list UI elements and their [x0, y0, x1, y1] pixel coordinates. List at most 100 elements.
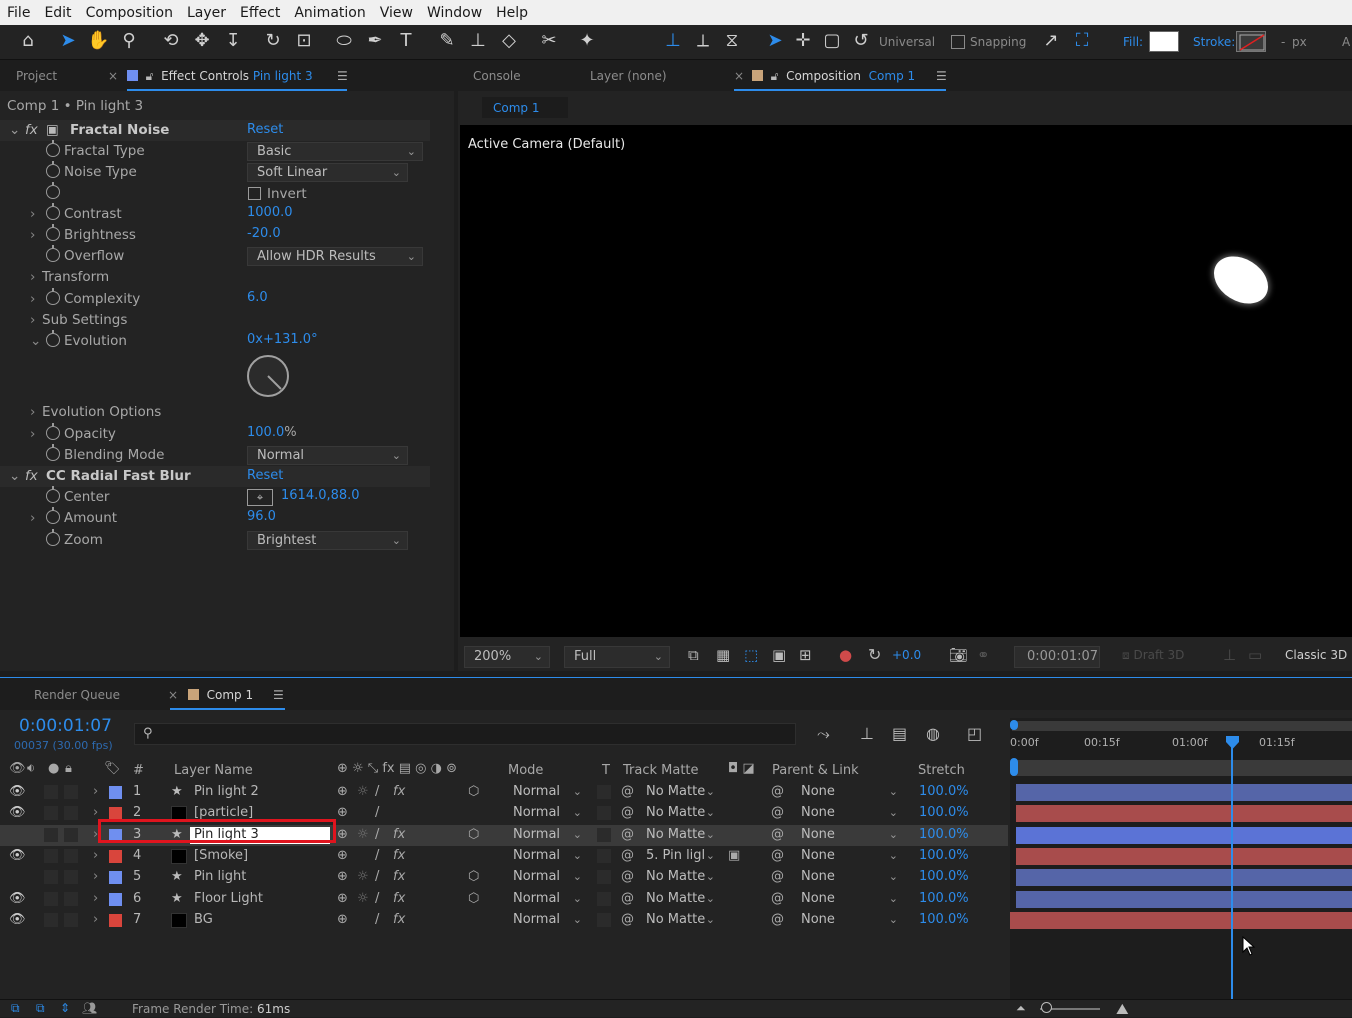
lock-toggle[interactable]	[64, 913, 78, 927]
layer-name-header[interactable]: Layer Name	[174, 763, 253, 778]
chevron-right-icon[interactable]: ›	[93, 891, 98, 906]
menu-animation[interactable]: Animation	[287, 5, 372, 21]
pickwhip-icon[interactable]: @	[621, 869, 634, 884]
shy-switch-icon[interactable]: ⊕	[337, 848, 348, 863]
menu-effect[interactable]: Effect	[233, 5, 287, 21]
extended-viewer-icon[interactable]: ▭	[1248, 646, 1262, 664]
label-color-swatch[interactable]	[109, 914, 122, 927]
panel-menu-icon[interactable]: ☰	[273, 688, 284, 702]
layer-row[interactable]: 👁︎ › 1 ★ Pin light 2 ⊕ ☼ / fx ⬡ Normal ⌄ @ No Matte ⌄ @…	[0, 782, 1008, 803]
stopwatch-icon[interactable]	[46, 423, 60, 440]
visibility-toggle[interactable]	[9, 827, 21, 841]
lock-toggle[interactable]	[64, 828, 78, 842]
effects-switch-icon[interactable]: fx	[393, 891, 405, 906]
layer-name[interactable]: Pin light	[194, 869, 246, 884]
complexity-value[interactable]: 6.0	[247, 290, 268, 305]
renderer-label[interactable]: Classic 3D	[1285, 648, 1347, 662]
playhead-icon[interactable]	[1225, 736, 1240, 750]
3d-layer-icon[interactable]: ⬡	[468, 784, 479, 799]
chevron-down-icon[interactable]: ⌄	[30, 333, 41, 349]
parent-dropdown[interactable]: None ⌄	[796, 847, 904, 866]
blend-mode-dropdown[interactable]: Normal ⌄	[508, 783, 588, 802]
snapshot-icon[interactable]: 📷︎	[949, 646, 968, 664]
in-out-toggle-icon[interactable]: ⇕	[60, 1001, 70, 1015]
stopwatch-icon[interactable]	[46, 245, 60, 262]
menu-help[interactable]: Help	[489, 5, 535, 21]
clone-stamp-icon[interactable]: ⊥	[467, 30, 489, 52]
3d-scale-icon[interactable]: ▢	[821, 30, 843, 52]
solo-toggle[interactable]	[44, 849, 58, 863]
stretch-value[interactable]: 100.0%	[919, 912, 969, 927]
tab-render-queue[interactable]: Render Queue	[34, 688, 120, 702]
home-icon[interactable]: ⌂	[17, 30, 39, 52]
chevron-right-icon[interactable]: ›	[30, 227, 35, 243]
dolly-tool-icon[interactable]: ↧	[222, 30, 244, 52]
eye-icon[interactable]: 👁︎	[9, 891, 26, 906]
reset-button[interactable]: Reset	[247, 122, 283, 137]
3d-layer-icon[interactable]: ⬡	[468, 891, 479, 906]
time-zoom-handle[interactable]	[1041, 1002, 1052, 1013]
invert-checkbox[interactable]	[248, 187, 261, 200]
blend-mode-dropdown[interactable]: Normal ⌄	[508, 826, 588, 845]
parent-dropdown[interactable]: None ⌄	[796, 868, 904, 887]
pan-tool-icon[interactable]: ✥	[191, 30, 213, 52]
layer-row[interactable]: 👁︎ › 7 BG ⊕ / fx Normal ⌄ @ No Matte ⌄ @ None ⌄ 100.0%	[0, 910, 1008, 931]
brightness-value[interactable]: -20.0	[247, 226, 281, 241]
stopwatch-icon[interactable]	[46, 486, 60, 503]
lock-icon[interactable]: 🔓︎	[771, 69, 779, 83]
chevron-right-icon[interactable]: ›	[30, 404, 35, 420]
fx-icon[interactable]: fx	[25, 122, 38, 138]
tab-layer[interactable]: Layer (none)	[590, 69, 667, 83]
quality-switch-icon[interactable]: /	[375, 827, 379, 842]
eye-icon[interactable]: 👁︎	[9, 761, 26, 776]
layer-duration-bar[interactable]	[1016, 869, 1352, 886]
panel-menu-icon[interactable]: ☰	[936, 69, 947, 83]
draft-3d-icon[interactable]: ⊥	[860, 724, 874, 743]
layer-name[interactable]: [Smoke]	[194, 848, 248, 863]
parent-dropdown[interactable]: None ⌄	[796, 890, 904, 909]
pickwhip-icon[interactable]: @	[621, 848, 634, 863]
chevron-right-icon[interactable]: ›	[93, 805, 98, 820]
transfer-controls-toggle-icon[interactable]: ⧉	[36, 1001, 45, 1016]
viewer-timecode[interactable]: 0:00:01:07	[1014, 646, 1100, 668]
stretch-value[interactable]: 100.0%	[919, 805, 969, 820]
track-matte-dropdown[interactable]: No Matte ⌄	[641, 783, 721, 802]
stopwatch-icon[interactable]	[46, 203, 60, 220]
effect-header-fractal-noise[interactable]: ⌄ fx ▣ Fractal Noise Reset	[0, 120, 430, 141]
blend-mode-dropdown[interactable]: Normal ⌄	[508, 890, 588, 909]
preserve-transparency-checkbox[interactable]	[597, 849, 611, 863]
eye-icon[interactable]: 👁︎	[9, 784, 26, 799]
fractal-type-dropdown[interactable]: Basic ⌄	[247, 142, 423, 161]
stopwatch-icon[interactable]	[46, 507, 60, 524]
transparency-grid-icon[interactable]: ▦	[716, 646, 730, 664]
shy-switch-icon[interactable]: ⊕	[337, 891, 348, 906]
lock-toggle[interactable]	[64, 892, 78, 906]
show-snapshot-icon[interactable]: ⚭	[977, 646, 990, 664]
preserve-transparency-checkbox[interactable]	[597, 870, 611, 884]
effects-switch-icon[interactable]: fx	[393, 869, 405, 884]
pickwhip-icon[interactable]: @	[621, 805, 634, 820]
layer-row[interactable]: 👁︎ › 6 ★ Floor Light ⊕ ☼ / fx ⬡ Normal ⌄ @ No Matte ⌄ @…	[0, 889, 1008, 910]
layer-row[interactable]: › 5 ★ Pin light ⊕ ☼ / fx ⬡ Normal ⌄ @ No Matte ⌄ @ None…	[0, 867, 1008, 888]
chevron-down-icon[interactable]: ⌄	[9, 468, 20, 484]
snap-extend-icon[interactable]: ⛶	[1071, 30, 1093, 52]
menu-edit[interactable]: Edit	[37, 5, 78, 21]
layer-switches-toggle-icon[interactable]: ⧉	[11, 1001, 20, 1016]
stroke-swatch[interactable]	[1236, 31, 1266, 52]
resolution-dropdown[interactable]: Full ⌄	[564, 646, 670, 668]
stretch-value[interactable]: 100.0%	[919, 848, 969, 863]
close-icon[interactable]: ×	[168, 688, 178, 702]
3d-ground-plane-icon[interactable]: ⊥	[1223, 646, 1236, 664]
stretch-value[interactable]: 100.0%	[919, 891, 969, 906]
blend-mode-dropdown[interactable]: Normal ⌄	[508, 804, 588, 823]
world-axis-icon[interactable]: ⟂	[692, 30, 714, 52]
close-icon[interactable]: ×	[108, 69, 118, 83]
effects-switch-icon[interactable]: fx	[393, 848, 405, 863]
stopwatch-icon[interactable]	[46, 330, 60, 347]
lock-toggle[interactable]	[64, 870, 78, 884]
3d-layer-icon[interactable]: ⬡	[468, 827, 479, 842]
chevron-right-icon[interactable]: ›	[30, 206, 35, 222]
chevron-right-icon[interactable]: ›	[30, 269, 35, 285]
quality-switch-icon[interactable]: /	[375, 848, 379, 863]
shy-switch-icon[interactable]: ⊕	[337, 912, 348, 927]
